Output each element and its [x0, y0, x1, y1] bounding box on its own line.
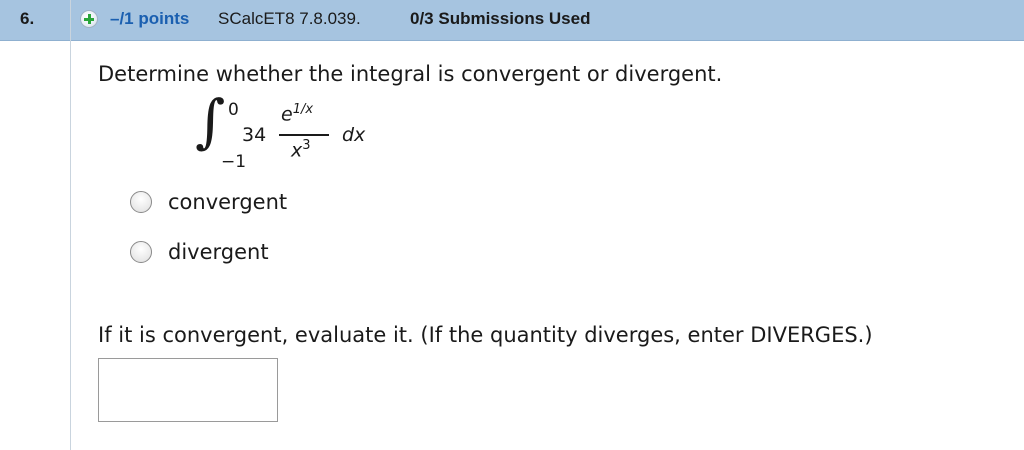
option-convergent[interactable]: convergent	[130, 189, 287, 215]
numerator-exponent: 1/x	[292, 102, 314, 117]
question-prompt: Determine whether the integral is conver…	[98, 62, 723, 86]
denominator: x3	[291, 138, 311, 161]
integral-expression: ∫ 0 −1 34 e1/x x3 dx	[195, 92, 395, 173]
points-label: –/1 points	[110, 9, 190, 28]
question-header: 6. –/1 points SCalcET8 7.8.039. 0/3 Subm…	[0, 0, 1024, 41]
integral-sign: ∫	[195, 87, 226, 155]
left-divider	[70, 0, 71, 450]
plus-circle-icon[interactable]	[80, 10, 98, 28]
radio-convergent[interactable]	[130, 191, 152, 213]
coefficient: 34	[242, 124, 267, 146]
differential: dx	[342, 124, 366, 146]
denominator-exponent: 3	[302, 138, 311, 153]
denominator-base: x	[291, 139, 303, 162]
option-label-convergent: convergent	[168, 190, 288, 214]
question-number: 6.	[20, 9, 35, 28]
evaluate-instruction: If it is convergent, evaluate it. (If th…	[98, 323, 873, 347]
radio-divergent[interactable]	[130, 241, 152, 263]
numerator: e1/x	[281, 102, 313, 125]
numerator-base: e	[281, 103, 293, 126]
problem-code: SCalcET8 7.8.039.	[218, 9, 361, 28]
submissions-used: 0/3 Submissions Used	[410, 9, 591, 28]
upper-limit: 0	[228, 100, 239, 120]
option-label-divergent: divergent	[168, 240, 269, 264]
lower-limit: −1	[221, 152, 247, 172]
option-divergent[interactable]: divergent	[130, 239, 269, 265]
answer-input[interactable]	[98, 358, 278, 422]
fraction-bar	[279, 134, 329, 136]
